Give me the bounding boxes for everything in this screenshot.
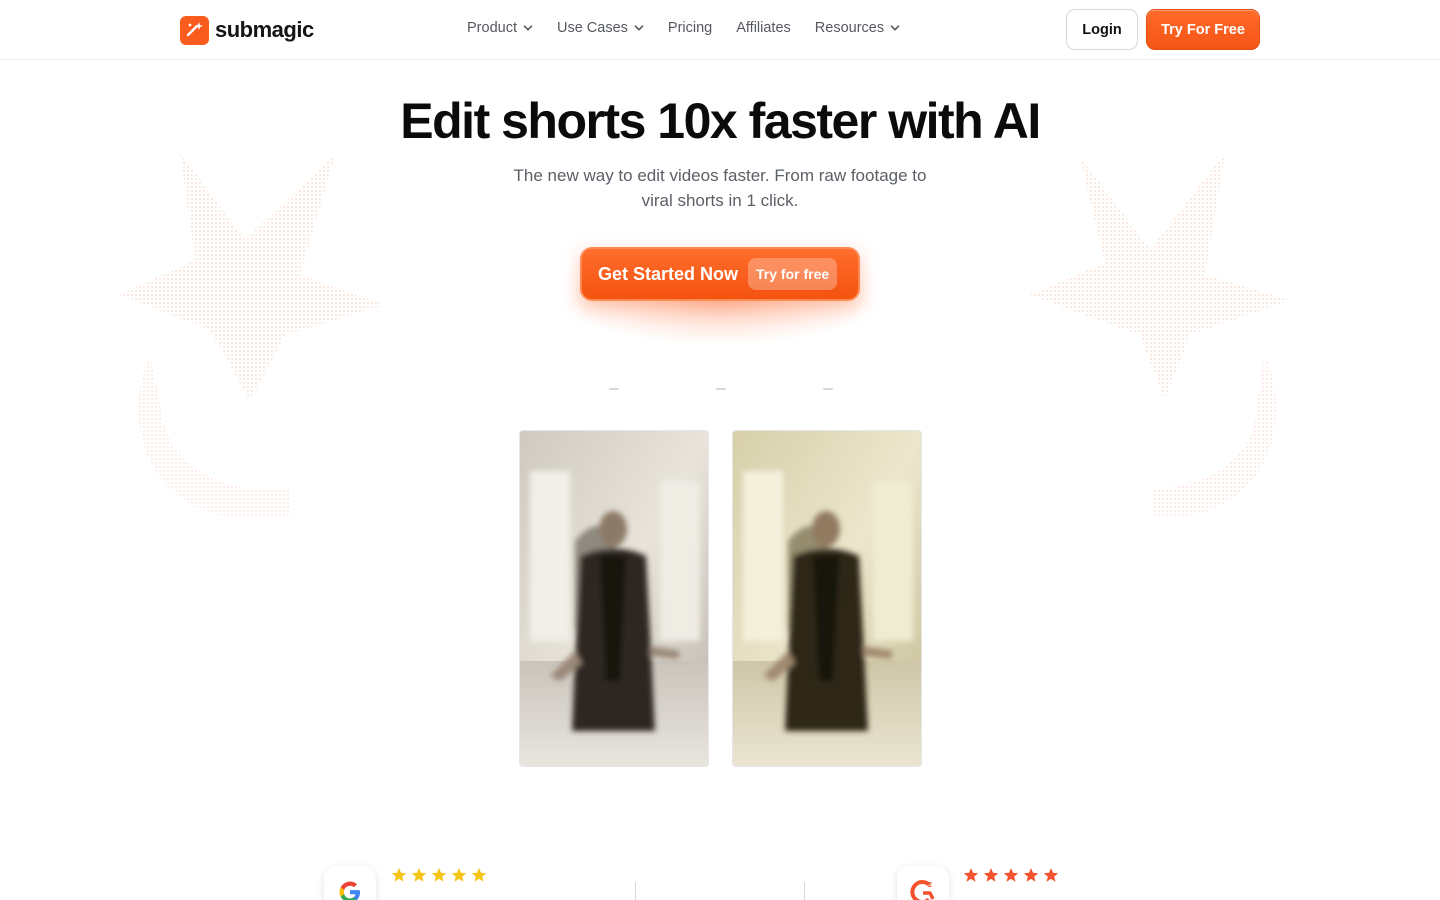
nav-item-label: Product	[467, 20, 517, 36]
g2-icon: 2	[909, 878, 937, 900]
g2-rating-stars	[963, 867, 1059, 883]
chevron-down-icon	[890, 25, 900, 31]
top-navigation-bar: submagic Product Use Cases Pricing Affil…	[0, 0, 1440, 60]
brand-name: submagic	[215, 17, 314, 42]
star-icon	[471, 868, 487, 882]
nav-item-use-cases[interactable]: Use Cases	[557, 20, 644, 36]
chevron-down-icon	[523, 25, 533, 31]
main-menu: Product Use Cases Pricing Affiliates Res…	[467, 20, 900, 36]
g2-review-badge[interactable]: 2	[897, 866, 949, 900]
svg-text:2: 2	[928, 882, 932, 889]
nav-item-product[interactable]: Product	[467, 20, 533, 36]
nav-item-label: Pricing	[667, 20, 713, 36]
star-icon	[411, 868, 427, 882]
hero-subtitle: The new way to edit videos faster. From …	[490, 163, 950, 213]
star-icon	[983, 868, 999, 882]
carousel-dot[interactable]	[716, 388, 726, 390]
hero-subtitle-line: viral shorts in 1 click.	[641, 191, 799, 210]
nav-item-resources[interactable]: Resources	[815, 20, 900, 36]
star-icon	[391, 868, 407, 882]
google-review-badge[interactable]	[324, 866, 376, 900]
try-for-free-pill: Try for free	[748, 258, 838, 290]
carousel-dot[interactable]	[609, 388, 619, 390]
chevron-down-icon	[634, 25, 644, 31]
nav-item-pricing[interactable]: Pricing	[668, 20, 712, 36]
brand-logo[interactable]: submagic	[180, 15, 314, 45]
google-g-icon	[339, 881, 360, 900]
divider	[635, 882, 636, 900]
hero-title: Edit shorts 10x faster with AI	[400, 93, 1041, 149]
try-for-free-button[interactable]: Try For Free	[1146, 9, 1260, 50]
nav-item-label: Use Cases	[556, 20, 628, 36]
carousel-dot[interactable]	[823, 388, 833, 390]
divider	[804, 882, 805, 900]
star-icon	[963, 868, 979, 882]
login-button[interactable]: Login	[1066, 9, 1138, 50]
decorative-star-right	[1030, 153, 1290, 517]
nav-item-affiliates[interactable]: Affiliates	[736, 20, 791, 36]
video-preview-after[interactable]	[732, 430, 922, 767]
sparkle-wand-icon	[180, 15, 209, 45]
nav-item-label: Resources	[814, 20, 885, 36]
star-icon	[1043, 868, 1059, 882]
get-started-button[interactable]: Get Started Now Try for free	[580, 247, 860, 301]
nav-item-label: Affiliates	[736, 20, 791, 36]
star-icon	[451, 868, 467, 882]
star-icon	[431, 868, 447, 882]
cta-label: Get Started Now	[598, 263, 739, 284]
star-icon	[1003, 868, 1019, 882]
star-icon	[1023, 868, 1039, 882]
hero-subtitle-line: The new way to edit videos faster. From …	[513, 166, 927, 185]
google-rating-stars	[391, 867, 487, 883]
decorative-star-left	[120, 153, 385, 517]
video-preview-before[interactable]	[519, 430, 709, 767]
